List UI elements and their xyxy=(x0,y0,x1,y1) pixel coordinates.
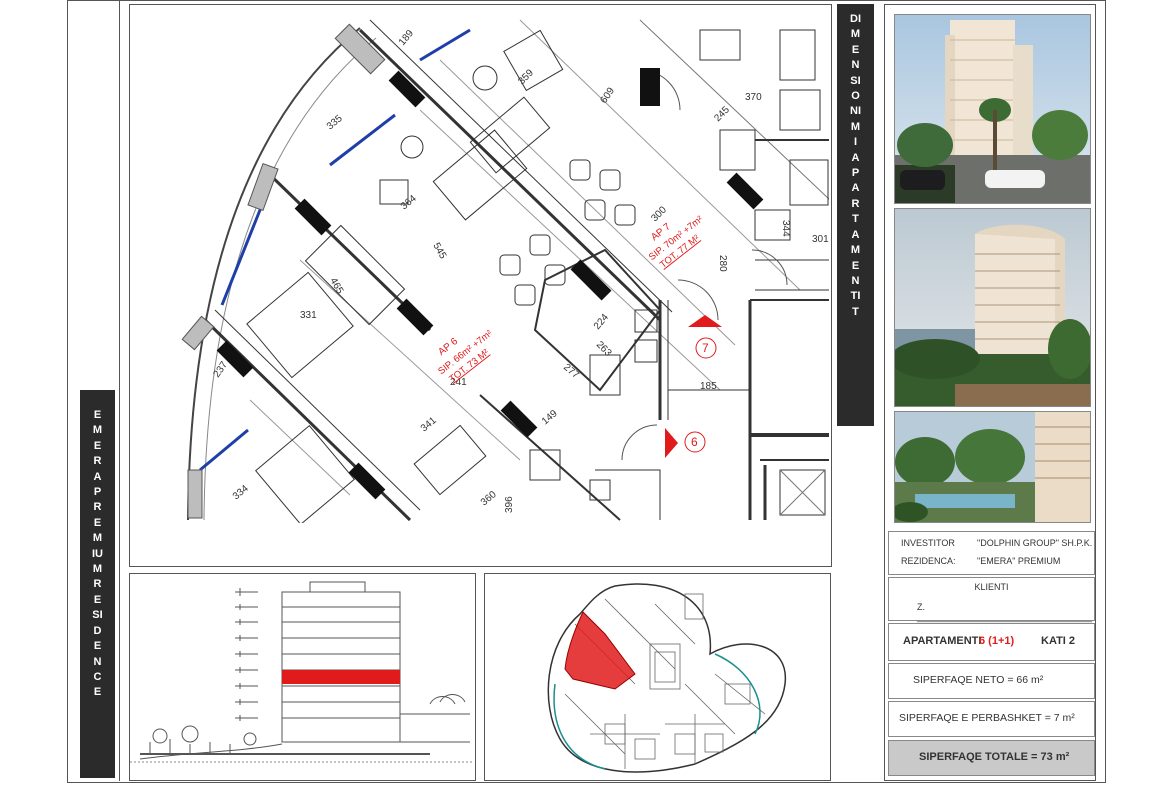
investor-box: INVESTITOR "DOLPHIN GROUP" SH.P.K. REZID… xyxy=(888,531,1095,575)
investor-value: "DOLPHIN GROUP" SH.P.K. xyxy=(977,538,1093,548)
residence-value: "EMERA" PREMIUM xyxy=(977,556,1061,566)
dim-label: 396 xyxy=(504,496,515,513)
shared-area: SIPERFAQE E PERBASHKET = 7 m² xyxy=(899,712,1075,724)
dim-label: 359 xyxy=(516,67,536,87)
side-title: EMERA PREMIUM RESIDENCE xyxy=(92,409,106,699)
dim-label: 263 xyxy=(594,339,614,359)
residence-label: REZIDENCA: xyxy=(901,556,956,566)
total-area-box: SIPERFAQE TOTALE = 73 m² xyxy=(888,740,1095,776)
entrance-marker-6: 6 xyxy=(665,428,706,458)
side-title-bar: EMERA PREMIUM RESIDENCE xyxy=(80,390,115,778)
net-area: SIPERFAQE NETO = 66 m² xyxy=(913,674,1044,686)
dim-label: 341 xyxy=(419,415,439,434)
apartment-label: APARTAMENTI xyxy=(903,635,982,647)
dim-label: 237 xyxy=(211,359,230,379)
selected-floor-band xyxy=(282,670,400,684)
entrance-marker-7: 7 xyxy=(688,315,722,359)
dim-label: 280 xyxy=(717,255,728,272)
building-photo-3 xyxy=(894,411,1091,523)
dim-label: 300 xyxy=(649,204,669,224)
net-area-box: SIPERFAQE NETO = 66 m² xyxy=(888,663,1095,699)
dim-label: 185 xyxy=(700,381,717,392)
section-elevation xyxy=(130,581,473,763)
dim-label: 344 xyxy=(780,220,791,237)
dim-label: 609 xyxy=(598,85,617,105)
dim-label: 331 xyxy=(300,310,317,321)
center-title-bar: DIMENSIONIM I APARTAMENTIT xyxy=(837,4,874,426)
apartment-value: 6 (1+1) xyxy=(979,635,1015,647)
investor-label: INVESTITOR xyxy=(901,538,955,548)
floor-keyplan xyxy=(547,583,786,773)
dim-label: 465 xyxy=(327,276,345,296)
dim-label: 189 xyxy=(397,28,416,48)
shared-area-box: SIPERFAQE E PERBASHKET = 7 m² xyxy=(888,701,1095,737)
dim-label: 370 xyxy=(745,92,762,103)
marker-7-label: 7 xyxy=(702,341,709,355)
floor-plan: 189 335 359 609 245 370 364 300 545 280 … xyxy=(181,19,829,523)
dim-label: 360 xyxy=(479,489,499,508)
client-label: KLIENTI xyxy=(974,582,1009,592)
building-photo-1 xyxy=(894,14,1091,204)
dim-label: 364 xyxy=(399,193,419,212)
dim-label: 149 xyxy=(540,408,560,427)
building-photo-2 xyxy=(894,208,1091,407)
client-field: Z. ___________________________________ xyxy=(917,602,1093,622)
marker-6-label: 6 xyxy=(691,435,698,449)
center-title: DIMENSIONIM I APARTAMENTIT xyxy=(850,13,864,318)
dim-label: 277 xyxy=(561,362,581,381)
dim-label: 545 xyxy=(430,241,448,261)
client-box: KLIENTI Z. _____________________________… xyxy=(888,577,1095,622)
left-margin-line xyxy=(119,0,120,781)
dim-label: 245 xyxy=(712,104,732,124)
floor-label: KATI 2 xyxy=(1041,635,1076,647)
apartment-box: APARTAMENTI 6 (1+1) KATI 2 xyxy=(888,623,1095,661)
total-area: SIPERFAQE TOTALE = 73 m² xyxy=(919,751,1070,763)
selected-apartment-area xyxy=(564,611,636,690)
dim-label: 224 xyxy=(592,312,611,332)
dim-label: 335 xyxy=(325,113,345,132)
dim-label: 334 xyxy=(231,483,251,502)
dim-label: 301 xyxy=(812,234,829,245)
